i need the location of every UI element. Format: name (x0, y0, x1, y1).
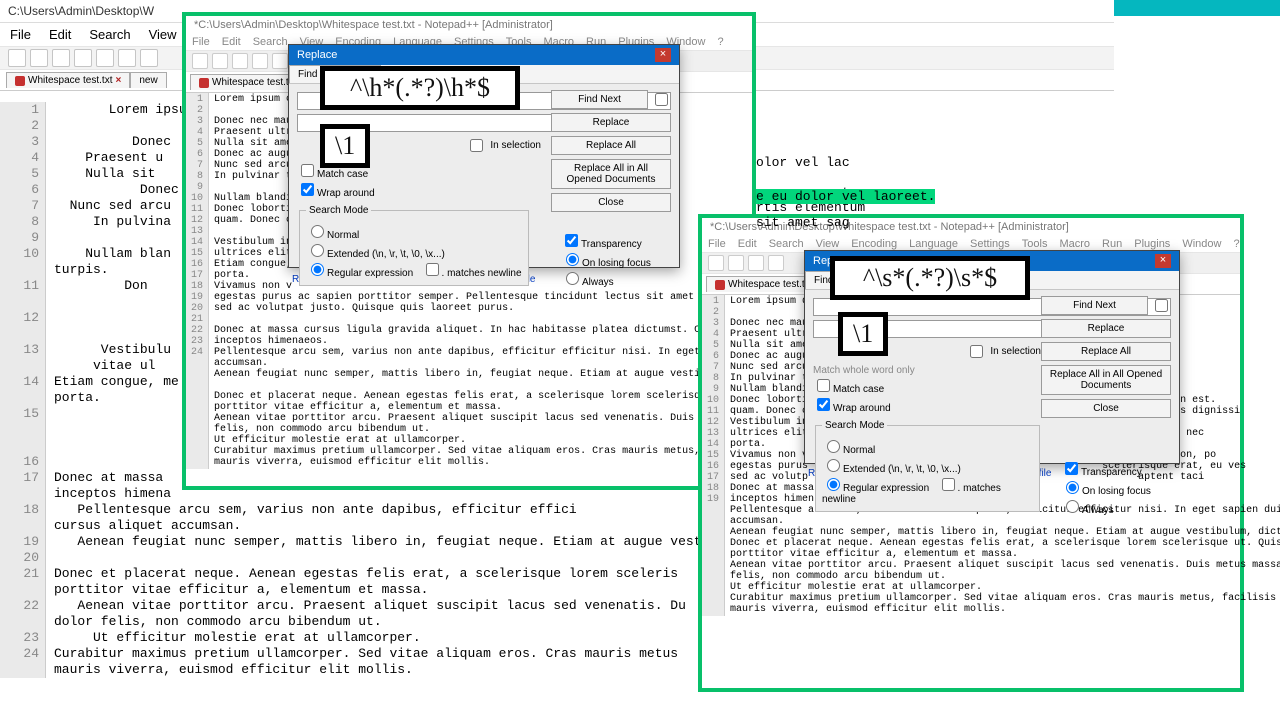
mode-normal-radio[interactable] (827, 440, 840, 453)
mode-normal-radio[interactable] (311, 225, 324, 238)
tab-new[interactable]: new (130, 72, 166, 88)
close-button[interactable]: Close (1041, 399, 1171, 418)
transparency-checkbox[interactable] (1065, 462, 1078, 475)
anno-right-find: ^\s*(.*?)\s*$ (830, 256, 1030, 300)
in-selection-label: In selection (990, 346, 1041, 357)
match-case-checkbox[interactable] (301, 164, 314, 177)
tab-whitespace[interactable]: Whitespace test.txt× (6, 72, 130, 88)
search-mode-legend: Search Mode (306, 205, 371, 216)
mid-window-title: *C:\Users\Admin\Desktop\Whitespace test.… (186, 16, 752, 34)
dialog-titlebar[interactable]: Replace × (289, 45, 679, 65)
mode-regex-radio[interactable] (311, 263, 324, 276)
wrap-around-checkbox[interactable] (817, 398, 830, 411)
toolbar-btn[interactable] (96, 49, 114, 67)
right-editor-gutter: 1 2 3 4 5 6 7 8 9 10 11 12 13 14 15 16 1… (702, 295, 725, 616)
find-next-button[interactable]: Find Next (1041, 296, 1148, 315)
replace-all-button[interactable]: Replace All (551, 136, 671, 155)
dialog-close-icon[interactable]: × (655, 48, 671, 62)
in-selection-checkbox[interactable] (470, 139, 483, 152)
toolbar-btn[interactable] (118, 49, 136, 67)
replace-all-opened-button[interactable]: Replace All in All Opened Documents (551, 159, 671, 189)
always-radio[interactable] (1066, 500, 1079, 513)
in-selection-label: In selection (490, 140, 541, 151)
find-next-toggle[interactable] (1155, 299, 1168, 312)
always-radio[interactable] (566, 272, 579, 285)
menu-edit[interactable]: Edit (49, 27, 71, 42)
anno-left-find: ^\h*(.*?)\h*$ (320, 66, 520, 110)
back-editor-gutter: 1 2 3 4 5 6 7 8 9 10 11 12 13 14 15 16 1… (0, 102, 46, 678)
mode-extended-radio[interactable] (311, 244, 324, 257)
dialog-close-icon[interactable]: × (1155, 254, 1171, 268)
close-icon[interactable]: × (115, 75, 121, 86)
anno-left-repl: \1 (320, 124, 370, 168)
search-mode-legend: Search Mode (822, 420, 887, 431)
close-button[interactable]: Close (551, 193, 671, 212)
menu-search[interactable]: Search (89, 27, 130, 42)
toolbar-btn[interactable] (708, 255, 724, 271)
menu-file[interactable]: File (10, 27, 31, 42)
wrap-around-checkbox[interactable] (301, 183, 314, 196)
toolbar-btn[interactable] (252, 53, 268, 69)
mode-extended-radio[interactable] (827, 459, 840, 472)
modified-icon (715, 280, 725, 290)
menu-view[interactable]: View (149, 27, 177, 42)
dialog-buttons: Find Next Replace Replace All Replace Al… (551, 90, 671, 212)
dialog-title: Replace (297, 49, 337, 61)
replace-button[interactable]: Replace (1041, 319, 1171, 338)
toolbar-btn[interactable] (52, 49, 70, 67)
toolbar-btn[interactable] (212, 53, 228, 69)
toolbar-btn[interactable] (232, 53, 248, 69)
toolbar-btn[interactable] (272, 53, 288, 69)
replace-all-opened-button[interactable]: Replace All in All Opened Documents (1041, 365, 1171, 395)
find-next-button[interactable]: Find Next (551, 90, 648, 109)
match-case-checkbox[interactable] (817, 379, 830, 392)
toolbar-btn[interactable] (728, 255, 744, 271)
in-selection-checkbox[interactable] (970, 345, 983, 358)
toolbar-btn[interactable] (8, 49, 26, 67)
mid-editor-gutter: 1 2 3 4 5 6 7 8 9 10 11 12 13 14 15 16 1… (186, 93, 209, 469)
dot-newline-checkbox[interactable] (426, 263, 439, 276)
modified-icon (199, 78, 209, 88)
toolbar-btn[interactable] (30, 49, 48, 67)
find-next-toggle[interactable] (655, 93, 668, 106)
replace-button[interactable]: Replace (551, 113, 671, 132)
anno-right-repl: \1 (838, 312, 888, 356)
dot-newline-checkbox[interactable] (942, 478, 955, 491)
modified-icon (15, 76, 25, 86)
dialog-buttons: Find Next Replace Replace All Replace Al… (1041, 296, 1171, 418)
toolbar-btn[interactable] (74, 49, 92, 67)
mode-regex-radio[interactable] (827, 478, 840, 491)
transparency-checkbox[interactable] (565, 234, 578, 247)
toolbar-btn[interactable] (192, 53, 208, 69)
on-losing-focus-radio[interactable] (566, 253, 579, 266)
on-losing-focus-radio[interactable] (1066, 481, 1079, 494)
toolbar-btn[interactable] (140, 49, 158, 67)
replace-all-button[interactable]: Replace All (1041, 342, 1171, 361)
